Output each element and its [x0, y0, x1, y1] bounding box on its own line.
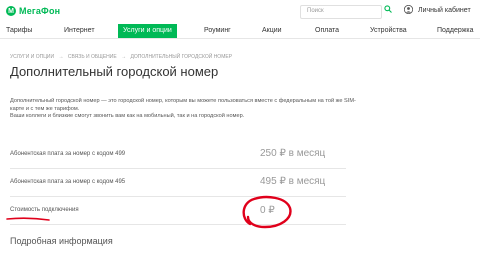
- breadcrumb: УСЛУГИ И ОПЦИИ → СВЯЗЬ И ОБЩЕНИЕ → ДОПОЛ…: [10, 54, 235, 60]
- nav-item-payment[interactable]: Оплата: [315, 24, 339, 38]
- breadcrumb-separator: →: [121, 54, 127, 60]
- search-input[interactable]: Поиск: [300, 5, 382, 19]
- nav-item-support[interactable]: Поддержка: [437, 24, 474, 38]
- account-icon[interactable]: [404, 5, 413, 14]
- price-value: 250 ₽ в месяц: [260, 148, 326, 159]
- price-row: Абонентская плата за номер с кодом 495 4…: [10, 170, 346, 197]
- logo-text: МегаФон: [19, 6, 61, 16]
- red-underline-annotation: [6, 217, 50, 221]
- search-icon[interactable]: [384, 5, 392, 13]
- breadcrumb-item-services[interactable]: УСЛУГИ И ОПЦИИ: [10, 54, 54, 60]
- red-circle-annotation: [242, 195, 292, 229]
- breadcrumb-item-current: ДОПОЛНИТЕЛЬНЫЙ ГОРОДСКОЙ НОМЕР: [130, 54, 233, 60]
- price-label: Абонентская плата за номер с кодом 495: [10, 179, 126, 185]
- price-row: Абонентская плата за номер с кодом 499 2…: [10, 142, 346, 169]
- nav-item-promotions[interactable]: Акции: [262, 24, 282, 38]
- price-value: 495 ₽ в месяц: [260, 176, 326, 187]
- main-nav: Тарифы Интернет Услуги и опции Роуминг А…: [0, 24, 480, 39]
- breadcrumb-item-communication[interactable]: СВЯЗЬ И ОБЩЕНИЕ: [68, 54, 117, 60]
- description-paragraph: Ваши коллеги и близкие смогут звонить ва…: [10, 113, 245, 119]
- breadcrumb-separator: →: [58, 54, 64, 60]
- search-placeholder: Поиск: [307, 8, 324, 14]
- logo-mark-icon: M: [6, 6, 16, 16]
- nav-item-internet[interactable]: Интернет: [64, 24, 95, 38]
- header: M МегаФон Поиск Личный кабинет: [0, 0, 480, 22]
- description-paragraph: Дополнительный городской номер — это гор…: [10, 98, 356, 112]
- more-info-heading: Подробная информация: [10, 236, 113, 246]
- page-description: Дополнительный городской номер — это гор…: [10, 98, 370, 121]
- price-label: Абонентская плата за номер с кодом 499: [10, 151, 126, 157]
- price-row: Стоимость подключения 0 ₽: [10, 198, 346, 225]
- price-label: Стоимость подключения: [10, 207, 79, 213]
- account-link[interactable]: Личный кабинет: [418, 7, 471, 14]
- megafon-logo[interactable]: M МегаФон: [6, 6, 60, 16]
- nav-item-roaming[interactable]: Роуминг: [204, 24, 231, 38]
- page-title: Дополнительный городской номер: [10, 64, 219, 79]
- nav-item-devices[interactable]: Устройства: [370, 24, 407, 38]
- nav-item-services[interactable]: Услуги и опции: [118, 24, 177, 38]
- nav-item-tariffs[interactable]: Тарифы: [6, 24, 32, 38]
